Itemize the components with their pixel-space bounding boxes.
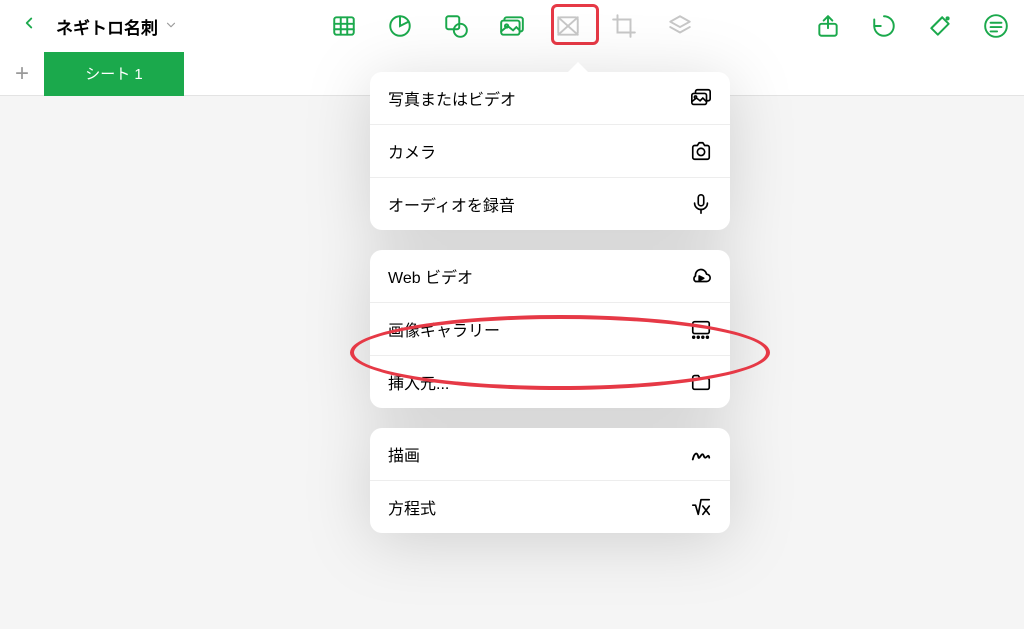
menu-item-label: 描画 [388,442,420,466]
menu-item-web-video[interactable]: Web ビデオ [370,250,730,303]
collab-icon [554,12,582,40]
format-icon[interactable] [982,12,1010,40]
media-icon[interactable] [498,12,526,40]
scribble-icon [690,443,712,465]
menu-item-photo-video[interactable]: 写真またはビデオ [370,72,730,125]
menu-item-image-gallery[interactable]: 画像ギャラリー [370,303,730,356]
toolbar-center-group [330,12,694,40]
back-button[interactable] [14,9,44,44]
title-chevron-icon[interactable] [164,18,178,35]
menu-group-1: 写真またはビデオ カメラ オーディオを録音 [370,72,730,230]
gallery-icon [690,318,712,340]
microphone-icon [690,193,712,215]
share-icon[interactable] [814,12,842,40]
menu-item-label: 写真またはビデオ [388,86,516,110]
popover-arrow [566,62,590,74]
chart-icon[interactable] [386,12,414,40]
camera-icon [690,140,712,162]
equation-icon [690,496,712,518]
add-sheet-button[interactable]: + [0,52,44,96]
menu-item-label: カメラ [388,139,436,163]
menu-item-label: 方程式 [388,495,436,519]
menu-item-label: 画像ギャラリー [388,317,500,341]
menu-item-equation[interactable]: 方程式 [370,481,730,533]
menu-group-3: 描画 方程式 [370,428,730,533]
menu-group-2: Web ビデオ 画像ギャラリー 挿入元... [370,250,730,408]
menu-item-label: Web ビデオ [388,264,473,288]
menu-item-insert-from[interactable]: 挿入元... [370,356,730,408]
photo-video-icon [690,87,712,109]
layers-icon [666,12,694,40]
crop-icon [610,12,638,40]
document-title[interactable]: ネギトロ名刺 [56,14,158,39]
folder-icon [690,371,712,393]
menu-item-label: 挿入元... [388,370,449,394]
undo-icon[interactable] [870,12,898,40]
media-insert-popover: 写真またはビデオ カメラ オーディオを録音 Web ビデオ 画像ギャラリー [370,72,730,553]
top-toolbar: ネギトロ名刺 [0,0,1024,52]
menu-item-record-audio[interactable]: オーディオを録音 [370,178,730,230]
table-icon[interactable] [330,12,358,40]
toolbar-right-group [814,12,1010,40]
menu-item-camera[interactable]: カメラ [370,125,730,178]
shape-icon[interactable] [442,12,470,40]
menu-item-label: オーディオを録音 [388,192,515,216]
cloud-icon [690,265,712,287]
sheet-tab[interactable]: シート 1 [44,52,184,96]
wand-icon[interactable] [926,12,954,40]
menu-item-drawing[interactable]: 描画 [370,428,730,481]
